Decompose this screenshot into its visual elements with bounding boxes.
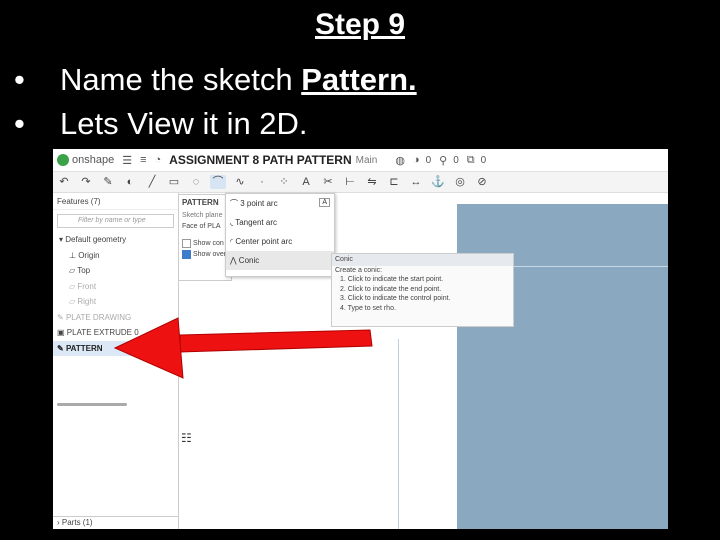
conic-tooltip: Conic Create a conic: 1. Click to indica… <box>331 253 514 327</box>
feature-plate-drawing[interactable]: ✎ PLATE DRAWING <box>53 310 178 326</box>
plane-front[interactable]: ▱ Front <box>53 279 178 295</box>
slide-title: Step 9 <box>314 8 406 41</box>
fix-icon[interactable]: ⚓ <box>430 175 446 189</box>
bullet-1-bold: Pattern. <box>301 62 417 97</box>
list-view-icon[interactable]: ☷ <box>181 431 192 445</box>
sketch-dialog: PATTERN Sketch plane Face of PLA Show co… <box>178 194 232 281</box>
show-overdefined-checkbox[interactable] <box>182 249 191 259</box>
tooltip-line: Create a conic: <box>335 267 383 274</box>
menu-tangent-arc[interactable]: ◟ Tangent arc <box>226 213 334 232</box>
onshape-logo[interactable]: onshape <box>57 154 114 166</box>
point-icon[interactable]: · <box>254 175 270 189</box>
parts-footer[interactable]: › Parts (1) <box>53 516 182 529</box>
rect-icon[interactable]: ▭ <box>166 175 182 189</box>
versions-count: 0 <box>425 154 432 166</box>
list-icon[interactable]: ≡ <box>140 154 146 166</box>
sketch-icon[interactable]: ✎ <box>100 175 116 189</box>
text-icon[interactable]: A <box>298 175 314 189</box>
filter-input[interactable]: Filter by name or type <box>57 214 174 228</box>
line-icon[interactable]: ╱ <box>144 175 160 189</box>
trim-icon[interactable]: ✂ <box>320 175 336 189</box>
show-overdefined-option[interactable]: Show over <box>179 249 231 260</box>
bullet-2-text: Lets View it in 2D. <box>60 106 308 141</box>
tangent-icon[interactable]: ⊘ <box>474 175 490 189</box>
feature-plate-extrude[interactable]: ▣ PLATE EXTRUDE 0 <box>53 325 178 341</box>
copies-count: 0 <box>480 154 487 166</box>
mirror-icon[interactable]: ⇋ <box>364 175 380 189</box>
undo-icon[interactable]: ↶ <box>56 175 72 189</box>
sidebar-scrollbar[interactable] <box>57 403 127 406</box>
coincident-icon[interactable]: ◎ <box>452 175 468 189</box>
spline-icon[interactable]: ∿ <box>232 175 248 189</box>
onshape-logo-icon <box>57 154 69 166</box>
document-title: ASSIGNMENT 8 PATH PATTERN <box>169 153 352 167</box>
fillet-icon[interactable]: ◐ <box>122 175 138 189</box>
menu-conic[interactable]: ⋀ Conic <box>226 251 334 270</box>
notify-icon[interactable]: ◔ <box>155 154 162 166</box>
show-constraints-option[interactable]: Show con <box>179 238 231 249</box>
dialog-title: PATTERN <box>182 198 219 207</box>
menu-icon[interactable]: ☰ <box>122 154 132 167</box>
menu-center-point-arc[interactable]: ◜ Center point arc <box>226 232 334 251</box>
onshape-screenshot: onshape ☰ ≡ ◔ ASSIGNMENT 8 PATH PATTERN … <box>53 149 668 529</box>
sketch-plane-field[interactable]: Face of PLA <box>179 221 231 232</box>
show-constraints-checkbox[interactable] <box>182 238 191 248</box>
tooltip-line: 3. Click to indicate the control point. <box>340 295 451 303</box>
globe-icon[interactable]: ◍ <box>395 154 405 167</box>
features-header[interactable]: Features (7) <box>53 193 178 210</box>
versions-icon[interactable]: ◑ <box>413 154 420 166</box>
sketch-plane-label: Sketch plane <box>182 212 223 219</box>
app-topbar: onshape ☰ ≡ ◔ ASSIGNMENT 8 PATH PATTERN … <box>53 149 668 172</box>
links-count: 0 <box>453 154 459 166</box>
tooltip-line: 2. Click to indicate the end point. <box>340 285 442 293</box>
arc-dropdown-menu: A ⌒ 3 point arc ◟ Tangent arc ◜ Center p… <box>225 193 335 277</box>
canvas-guide-line <box>398 339 399 529</box>
redo-icon[interactable]: ↷ <box>78 175 94 189</box>
feature-pattern[interactable]: ✎ PATTERN <box>53 340 178 356</box>
link-icon[interactable]: ⚲ <box>439 154 447 167</box>
plane-origin[interactable]: ⊥ Origin <box>53 248 178 264</box>
copy-icon[interactable]: ⧉ <box>467 154 475 167</box>
offset-icon[interactable]: ⊏ <box>386 175 402 189</box>
feature-list: Features (7) Filter by name or type ▾ De… <box>53 193 182 529</box>
branch-label[interactable]: Main <box>356 155 378 166</box>
tooltip-line: 4. Type to set rho. <box>340 304 396 312</box>
tooltip-title: Conic <box>332 254 513 266</box>
bullet-2: • Lets View it in 2D. <box>14 106 308 141</box>
extend-icon[interactable]: ⊢ <box>342 175 358 189</box>
menu-3-point-arc[interactable]: ⌒ 3 point arc <box>226 194 334 213</box>
bullet-1-text: Name the sketch <box>60 62 302 97</box>
circle-icon[interactable]: ◌ <box>188 175 204 189</box>
shortcut-badge: A <box>319 198 330 207</box>
bullet-1: • Name the sketch Pattern. <box>14 62 417 97</box>
default-geometry-group[interactable]: ▾ Default geometry <box>53 232 178 248</box>
dimension-icon[interactable]: ↔ <box>408 175 424 189</box>
tooltip-line: 1. Click to indicate the start point. <box>340 276 444 284</box>
construction-icon[interactable]: ⁘ <box>276 175 292 189</box>
sketch-toolbar: ↶ ↷ ✎ ◐ ╱ ▭ ◌ ⌒ ∿ · ⁘ A ✂ ⊢ ⇋ ⊏ ↔ ⚓ ◎ ⊘ <box>53 172 668 193</box>
arc-icon[interactable]: ⌒ <box>210 175 226 189</box>
plane-right[interactable]: ▱ Right <box>53 294 178 310</box>
plane-top[interactable]: ▱ Top <box>53 263 178 279</box>
